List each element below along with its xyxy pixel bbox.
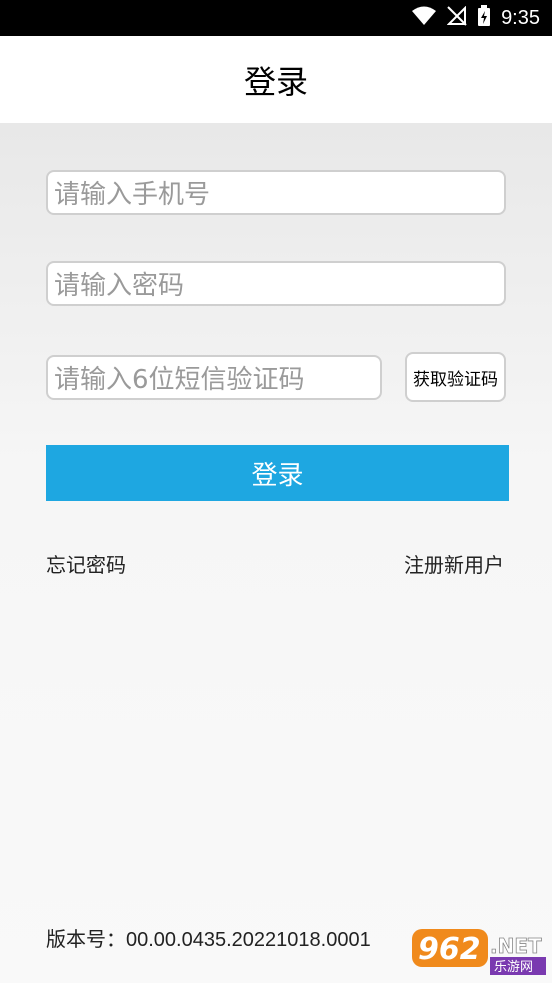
svg-text:乐游网: 乐游网 xyxy=(494,960,533,975)
battery-charging-icon xyxy=(477,5,491,31)
watermark-logo: 962 .NET 乐游网 xyxy=(412,925,548,977)
register-link[interactable]: 注册新用户 xyxy=(404,549,504,578)
svg-text:962: 962 xyxy=(418,932,481,967)
phone-input[interactable]: 请输入手机号 xyxy=(46,170,506,215)
status-icons: 9:35 xyxy=(411,5,540,31)
sms-code-input[interactable]: 请输入6位短信验证码 xyxy=(46,355,382,400)
password-input[interactable]: 请输入密码 xyxy=(46,261,506,306)
no-signal-icon xyxy=(446,5,467,30)
header: 登录 xyxy=(0,36,552,123)
sms-code-placeholder: 请输入6位短信验证码 xyxy=(54,365,305,395)
phone-placeholder: 请输入手机号 xyxy=(54,180,211,210)
password-placeholder: 请输入密码 xyxy=(54,271,185,301)
login-button[interactable]: 登录 xyxy=(46,445,509,501)
forgot-password-link[interactable]: 忘记密码 xyxy=(46,549,126,578)
login-form-area: 请输入手机号 请输入密码 请输入6位短信验证码 获取验证码 登录 忘记密码 注册… xyxy=(0,123,552,983)
version-text: 版本号：00.00.0435.20221018.0001 xyxy=(46,929,371,951)
status-time: 9:35 xyxy=(501,6,540,29)
page-title: 登录 xyxy=(243,62,308,101)
status-bar: 9:35 xyxy=(0,0,552,36)
get-code-button[interactable]: 获取验证码 xyxy=(405,352,506,402)
svg-text:.NET: .NET xyxy=(490,934,542,958)
wifi-icon xyxy=(411,6,437,30)
